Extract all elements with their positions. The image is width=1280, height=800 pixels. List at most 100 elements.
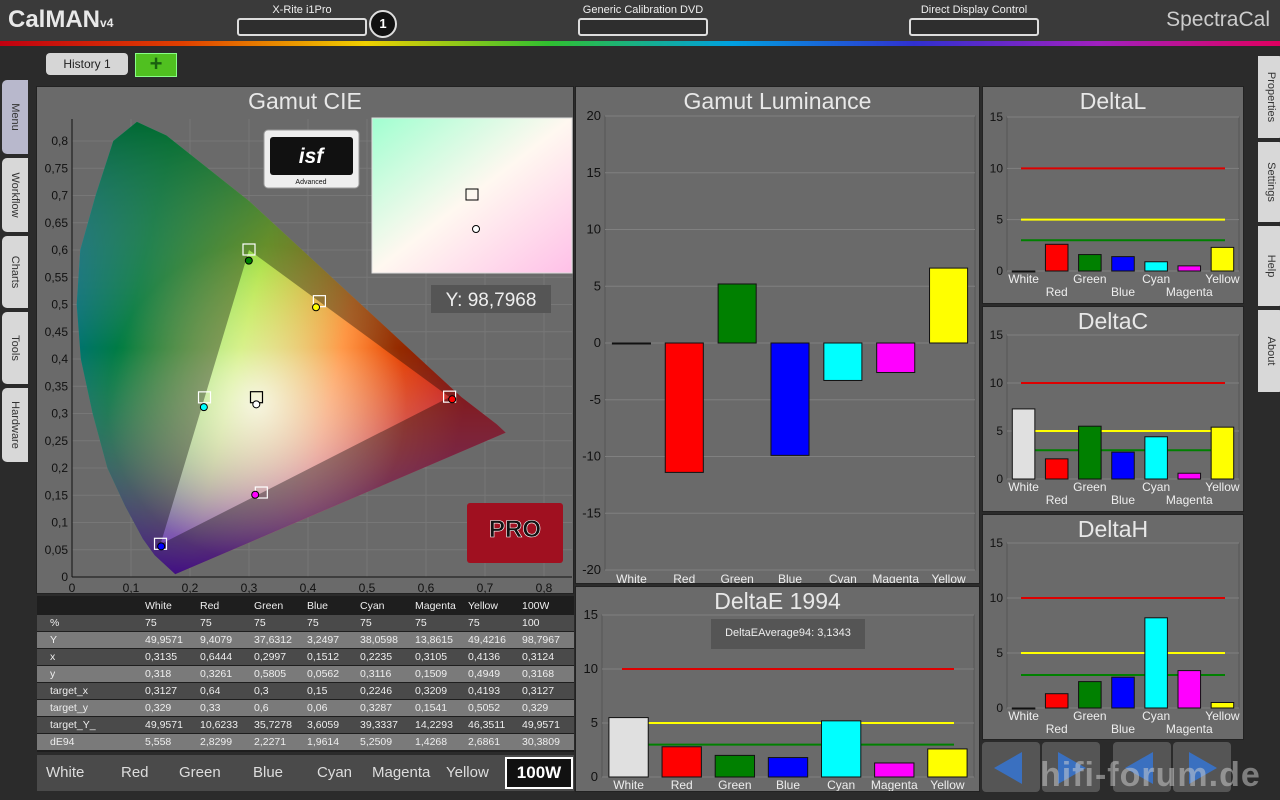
table-cell: 0,4136 — [468, 651, 501, 663]
meter-device-selector[interactable]: X-Rite i1Pro — [237, 4, 367, 36]
cie-y-tick: 0,45 — [45, 325, 69, 339]
source-device-box[interactable] — [578, 18, 708, 36]
cie-x-tick: 0,2 — [182, 581, 199, 593]
table-cell: 30,3809 — [522, 736, 560, 748]
category-label: Yellow — [1205, 480, 1240, 494]
bar-green — [714, 754, 756, 778]
meter-count-badge[interactable]: 1 — [369, 10, 397, 38]
side-tab-properties[interactable]: Properties — [1258, 56, 1280, 138]
deltah-chart: 15 10 5 0 White Red Green Blue CyanMagentaYellow — [990, 536, 1240, 736]
category-label: Blue — [1111, 722, 1135, 736]
display-device-label: Direct Display Control — [920, 4, 1028, 16]
cie-x-tick: 0,1 — [123, 581, 140, 593]
table-cell: 9,4079 — [200, 634, 233, 646]
table-cell: 0,2246 — [360, 685, 393, 697]
table-cell: 39,3337 — [360, 719, 398, 731]
deltal-chart: 15 10 5 0 White Red Green Blue CyanMagentaYellow — [990, 110, 1240, 299]
side-tab-hardware[interactable]: Hardware — [2, 388, 28, 462]
cie-y-tick: 0,6 — [51, 243, 68, 257]
cie-measured-cyan — [199, 403, 208, 412]
table-cell: 0,329 — [522, 702, 549, 714]
bar-cyan — [1144, 617, 1168, 709]
bar-green — [717, 283, 757, 344]
category-label: Green — [718, 778, 751, 791]
prev-first-button[interactable] — [982, 742, 1040, 792]
category-label: Yellow — [930, 778, 965, 791]
arrow-left-icon — [994, 752, 1022, 784]
table-cell: 0,15 — [307, 685, 328, 697]
table-cell: 10,6233 — [200, 719, 238, 731]
bar-white — [1011, 408, 1036, 480]
category-label: Red — [671, 778, 693, 791]
bar-cyan — [823, 342, 863, 381]
bar-magenta — [1177, 472, 1202, 480]
bar-green — [1078, 425, 1102, 480]
category-label: Red — [1046, 722, 1068, 736]
side-tab-settings[interactable]: Settings — [1258, 142, 1280, 222]
patch-100w-selected[interactable]: 100W — [505, 757, 573, 789]
table-cell: 0,6444 — [200, 651, 233, 663]
cie-y-tick: 0,35 — [45, 379, 69, 393]
meter-device-box[interactable] — [237, 18, 367, 36]
category-label: Yellow — [1205, 709, 1240, 723]
cie-y-tick: 0,55 — [45, 270, 69, 284]
source-device-label: Generic Calibration DVD — [582, 4, 704, 16]
display-device-selector[interactable]: Direct Display Control — [909, 4, 1039, 36]
cie-x-tick: 0,3 — [241, 581, 258, 593]
patch-cyan[interactable]: Cyan — [317, 764, 352, 781]
side-tab-about[interactable]: About — [1258, 310, 1280, 392]
patch-magenta[interactable]: Magenta — [372, 764, 441, 781]
table-cell: 75 — [200, 617, 212, 629]
bar-yellow — [1210, 702, 1235, 709]
cie-y-tick: 0,05 — [45, 543, 69, 557]
table-cell: 0,3105 — [415, 651, 448, 663]
table-cell: 49,4216 — [468, 634, 506, 646]
side-tab-help[interactable]: Help — [1258, 226, 1280, 306]
patch-yellow[interactable]: Yellow — [446, 764, 489, 781]
cie-y-tick: 0,75 — [45, 161, 69, 175]
patch-blue[interactable]: Blue — [253, 764, 283, 781]
cie-y-tick: 0,1 — [51, 516, 68, 530]
table-cell: 75 — [307, 617, 319, 629]
table-cell: 75 — [360, 617, 372, 629]
bar-magenta — [1177, 670, 1202, 709]
table-cell: 75 — [254, 617, 266, 629]
patch-red[interactable]: Red — [121, 764, 149, 781]
table-cell: 0,2997 — [254, 651, 287, 663]
plot-area — [1006, 116, 1240, 272]
category-label: Red — [673, 572, 695, 583]
deltae-average-text: DeltaEAverage94: 3,1343 — [725, 627, 851, 639]
y-tick-label: 10 — [587, 222, 601, 237]
source-device-selector[interactable]: Generic Calibration DVD — [578, 4, 708, 36]
side-tab-menu[interactable]: Menu — [2, 80, 28, 154]
category-label: White — [1008, 709, 1039, 723]
y-tick-label: -10 — [582, 449, 601, 464]
category-label: Yellow — [1205, 272, 1240, 286]
y-tick-label: 10 — [990, 376, 1004, 390]
patch-green[interactable]: Green — [179, 764, 221, 781]
add-history-button[interactable]: + — [135, 53, 177, 77]
side-tab-charts[interactable]: Charts — [2, 236, 28, 308]
cie-measured-red — [448, 395, 457, 404]
table-row-label: target_y — [50, 702, 88, 714]
side-tab-tools[interactable]: Tools — [2, 312, 28, 384]
patch-white[interactable]: White — [46, 764, 84, 781]
cie-y-tick: 0,4 — [51, 352, 68, 366]
display-device-box[interactable] — [909, 18, 1039, 36]
side-tab-workflow[interactable]: Workflow — [2, 158, 28, 232]
cie-x-tick: 0,6 — [418, 581, 435, 593]
category-label: Green — [720, 572, 753, 583]
table-cell: 0,3127 — [522, 685, 555, 697]
cie-y-tick: 0,15 — [45, 488, 69, 502]
table-cell: 98,7967 — [522, 634, 560, 646]
table-cell: 49,9571 — [145, 634, 183, 646]
cie-y-tick: 0,8 — [51, 134, 68, 148]
deltac-panel: DeltaC 15 10 5 0 White Red Green Blue Cyan Magent… — [982, 306, 1244, 512]
table-cell: 14,2293 — [415, 719, 453, 731]
side-tab-label: Charts — [9, 255, 21, 289]
table-cell: 0,64 — [200, 685, 221, 697]
history-tab[interactable]: History 1 — [46, 53, 128, 75]
table-cell: 0,3209 — [415, 685, 448, 697]
side-tab-label: Properties — [1265, 71, 1277, 123]
white-point-zoom — [371, 117, 573, 274]
